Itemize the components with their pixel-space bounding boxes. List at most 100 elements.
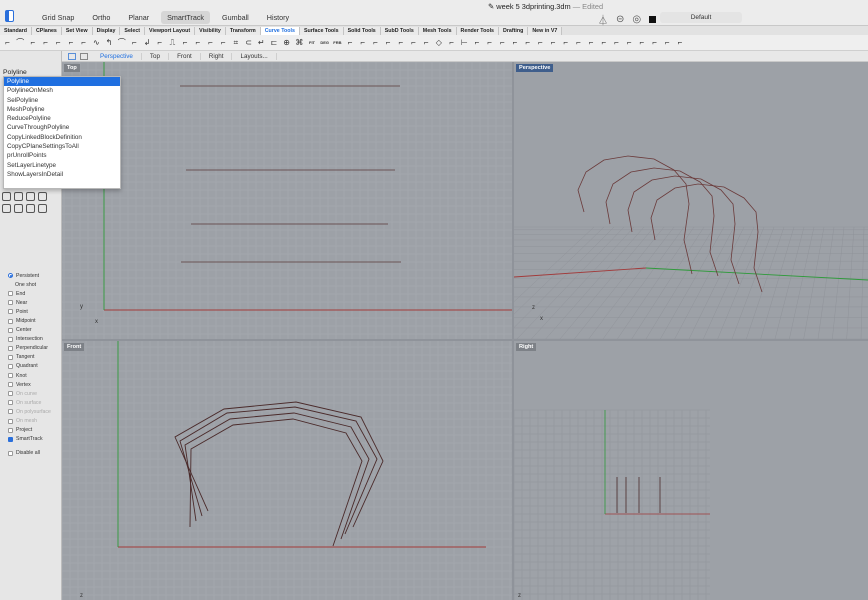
viewport-label-top[interactable]: Top [64,64,80,72]
curve-tool-icon[interactable]: ⌐ [611,37,622,48]
curve-tool-icon[interactable]: ⌐ [674,37,685,48]
tab-render-tools[interactable]: Render Tools [456,26,499,35]
curve-tool-icon[interactable]: ⌐ [522,37,533,48]
command-input[interactable]: Polyline [3,69,27,76]
autocomplete-item[interactable]: ShowLayersInDetail [4,170,120,179]
curve-tool-icon[interactable]: ⌐ [408,37,419,48]
curve-tool-icon[interactable]: ⌒ [15,37,26,48]
curve-tool-icon[interactable]: ⌐ [598,37,609,48]
curve-tool-icon[interactable]: FRB [332,37,343,48]
viewport-layout-icon[interactable] [68,52,76,60]
target-icon[interactable]: ◎ [632,14,641,25]
viewport-perspective[interactable]: Perspective zx [514,62,868,339]
curve-tool-icon[interactable]: ⎍ [167,37,178,48]
osnap-item[interactable]: Near [0,298,62,307]
curve-tool-icon[interactable]: ⊢ [459,37,470,48]
ortho-toggle[interactable]: Ortho [86,11,116,24]
tab-display[interactable]: Display [92,26,121,35]
curve-tool-icon[interactable]: ⌐ [636,37,647,48]
curve-tool-icon[interactable]: ⌐ [560,37,571,48]
tab-subd-tools[interactable]: SubD Tools [380,26,419,35]
curve-tool-icon[interactable]: ⌐ [53,37,64,48]
curve-tool-icon[interactable]: ⌐ [484,37,495,48]
tool-icon[interactable] [14,204,23,213]
curve-tool-icon[interactable]: FIT [307,37,318,48]
curve-tool-icon[interactable]: ⌐ [649,37,660,48]
curve-tool-icon[interactable]: ⌐ [65,37,76,48]
osnap-item[interactable]: Quadrant [0,362,62,371]
autocomplete-item[interactable]: CopyCPlaneSettingsToAll [4,142,120,151]
grid-snap-toggle[interactable]: Grid Snap [36,11,80,24]
curve-tool-icon[interactable]: ⌒ [116,37,127,48]
curve-tool-icon[interactable]: ⌐ [535,37,546,48]
autocomplete-item[interactable]: CopyLinkedBlockDefinition [4,133,120,142]
layer-color-swatch[interactable] [649,16,657,23]
current-layer[interactable]: Default [660,12,742,23]
back-icon[interactable]: ⊝ [616,14,624,25]
autocomplete-item[interactable]: SelPolyline [4,96,120,105]
osnap-checkbox[interactable] [8,363,13,369]
autocomplete-item[interactable]: ReducePolyline [4,114,120,123]
curve-tool-icon[interactable]: ⌐ [624,37,635,48]
osnap-item[interactable]: Center [0,326,62,335]
gumball-toggle[interactable]: Gumball [216,11,255,24]
osnap-checkbox[interactable] [8,345,13,351]
osnap-checkbox[interactable] [8,427,13,433]
curve-tool-icon[interactable]: ↵ [256,37,267,48]
tab-layouts[interactable]: Layouts... [232,52,277,60]
curve-tool-icon[interactable]: ⌐ [129,37,140,48]
curve-tool-icon[interactable]: ⌐ [573,37,584,48]
curve-tool-icon[interactable]: ⌗ [230,37,241,48]
curve-tool-icon[interactable]: ∿ [91,37,102,48]
smarttrack-toggle[interactable]: SmartTrack [161,11,211,24]
osnap-checkbox[interactable] [8,354,13,360]
tab-top[interactable]: Top [142,52,170,60]
osnap-persistent[interactable]: Persistent [0,271,62,280]
osnap-item[interactable]: Intersection [0,335,62,344]
curve-tool-icon[interactable]: ⌐ [446,37,457,48]
viewport-label-front[interactable]: Front [64,343,85,351]
osnap-checkbox[interactable] [8,318,13,324]
tab-mesh-tools[interactable]: Mesh Tools [418,26,457,35]
tab-visibility[interactable]: Visibility [195,26,226,35]
curve-tool-icon[interactable]: ⌐ [180,37,191,48]
osnap-item[interactable]: Perpendicular [0,344,62,353]
osnap-disable-all[interactable]: Disable all [0,449,62,458]
tool-icon[interactable] [26,204,35,213]
osnap-item[interactable]: Tangent [0,353,62,362]
curve-tool-icon[interactable]: ⌐ [586,37,597,48]
autocomplete-item[interactable]: CurveThroughPolyline [4,123,120,132]
curve-tool-icon[interactable]: ⊕ [281,37,292,48]
osnap-checkbox[interactable] [8,382,13,388]
tab-curve-tools[interactable]: Curve Tools [260,26,300,35]
tab-front[interactable]: Front [169,52,201,60]
osnap-checkbox[interactable] [8,291,13,297]
osnap-item[interactable]: Midpoint [0,316,62,325]
viewport-right[interactable]: Right z [514,341,868,600]
curve-tool-icon[interactable]: ⌘ [294,37,305,48]
osnap-checkbox[interactable] [8,309,13,315]
curve-tool-icon[interactable]: ↰ [104,37,115,48]
curve-tool-icon[interactable]: ⌐ [357,37,368,48]
autocomplete-item[interactable]: SetLayerLinetype [4,161,120,170]
disable-all-checkbox[interactable] [8,450,13,456]
curve-tool-icon[interactable]: ⌐ [2,37,13,48]
curve-tool-icon[interactable]: ⌐ [510,37,521,48]
curve-tool-icon[interactable]: ⌐ [497,37,508,48]
sidebar-toggle-icon[interactable] [5,10,14,22]
persistent-radio-icon[interactable] [8,273,13,279]
tab-cplanes[interactable]: CPlanes [31,26,62,35]
tool-icon[interactable] [38,204,47,213]
curve-tool-icon[interactable]: DEG [319,37,330,48]
curve-tool-icon[interactable]: ⌐ [205,37,216,48]
planar-toggle[interactable]: Planar [122,11,155,24]
osnap-checkbox[interactable] [8,373,13,379]
osnap-item[interactable]: Point [0,307,62,316]
tool-icon[interactable] [2,204,11,213]
tab-standard[interactable]: Standard [0,26,32,35]
tab-solid-tools[interactable]: Solid Tools [343,26,381,35]
curve-tool-icon[interactable]: ⌐ [154,37,165,48]
tool-icon[interactable] [26,192,35,201]
curve-tool-icon[interactable]: ⌐ [471,37,482,48]
curve-tool-icon[interactable]: ⌐ [40,37,51,48]
